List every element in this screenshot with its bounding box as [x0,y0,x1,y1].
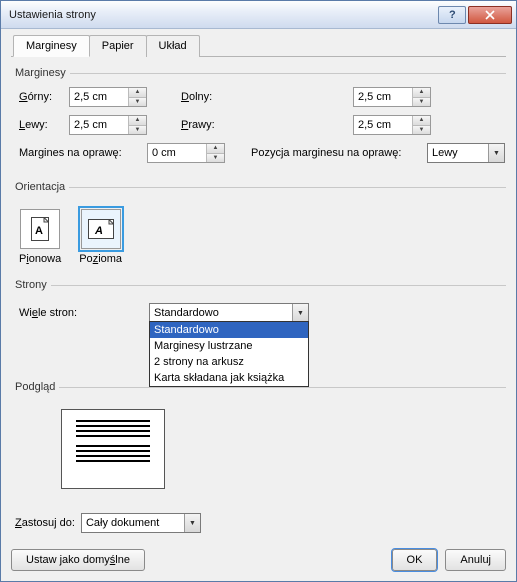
spin-up-icon[interactable]: ▲ [413,116,430,126]
page-preview [61,409,165,489]
tab-paper[interactable]: Papier [89,35,147,57]
spin-up-icon[interactable]: ▲ [207,144,224,154]
orientation-group: Orientacja A Pionowa A Pozioma [11,181,506,269]
margin-left-input[interactable] [70,116,128,134]
margin-bottom-spinner[interactable]: ▲▼ [353,87,431,107]
chevron-down-icon[interactable]: ▼ [488,144,504,162]
preview-legend: Podgląd [11,381,59,393]
portrait-page-icon: A [31,217,49,241]
pages-group: Strony Wiele stron: Standardowo ▼ Standa… [11,279,506,331]
svg-text:A: A [94,225,103,237]
orientation-legend: Orientacja [11,181,69,193]
margins-group: Marginesy Górny: ▲▼ Dolny: ▲▼ [11,67,506,171]
spin-up-icon[interactable]: ▲ [129,116,146,126]
spin-down-icon[interactable]: ▼ [129,126,146,135]
set-default-button[interactable]: Ustaw jako domyślne [11,549,145,571]
apply-to-label: Zastosuj do: [15,517,75,529]
spin-down-icon[interactable]: ▼ [129,98,146,107]
title-bar: Ustawienia strony ? [1,1,516,29]
orientation-landscape-label: Pozioma [79,253,122,265]
gutter-label: Margines na oprawę: [19,147,147,159]
dropdown-option[interactable]: 2 strony na arkusz [150,354,308,370]
chevron-down-icon[interactable]: ▼ [292,304,308,322]
dialog-title: Ustawienia strony [9,9,436,21]
gutter-position-value: Lewy [428,147,488,159]
margin-top-label: Górny: [19,91,69,103]
dropdown-option[interactable]: Karta składana jak książka [150,370,308,386]
spin-down-icon[interactable]: ▼ [413,98,430,107]
margins-legend: Marginesy [11,67,70,79]
dropdown-option[interactable]: Marginesy lustrzane [150,338,308,354]
help-icon: ? [447,10,457,20]
margin-left-spinner[interactable]: ▲▼ [69,115,147,135]
margin-bottom-input[interactable] [354,88,412,106]
page-setup-dialog: Ustawienia strony ? Marginesy Papier Ukł… [0,0,517,582]
gutter-position-label: Pozycja marginesu na oprawę: [251,147,427,159]
multiple-pages-combo[interactable]: Standardowo ▼ [149,303,309,323]
spin-down-icon[interactable]: ▼ [413,126,430,135]
pages-legend: Strony [11,279,51,291]
landscape-page-icon: A [88,219,114,239]
cancel-button[interactable]: Anuluj [445,549,506,571]
help-button[interactable]: ? [438,6,466,24]
multiple-pages-label: Wiele stron: [19,307,149,319]
close-icon [485,10,495,20]
margin-left-label: Lewy: [19,119,69,131]
margin-right-label: Prawy: [181,119,353,131]
margin-top-spinner[interactable]: ▲▼ [69,87,147,107]
preview-group: Podgląd [11,381,506,509]
margin-right-spinner[interactable]: ▲▼ [353,115,431,135]
svg-text:A: A [35,225,43,237]
tab-layout[interactable]: Układ [146,35,200,57]
apply-to-combo[interactable]: Cały dokument ▼ [81,513,201,533]
apply-to-value: Cały dokument [82,517,184,529]
orientation-portrait[interactable]: A [20,209,60,249]
gutter-input[interactable] [148,144,206,162]
spin-down-icon[interactable]: ▼ [207,154,224,163]
spin-up-icon[interactable]: ▲ [413,88,430,98]
tab-strip: Marginesy Papier Układ [11,35,506,57]
chevron-down-icon[interactable]: ▼ [184,514,200,532]
gutter-position-combo[interactable]: Lewy ▼ [427,143,505,163]
ok-button[interactable]: OK [392,549,438,571]
orientation-portrait-label: Pionowa [19,253,61,265]
margin-top-input[interactable] [70,88,128,106]
close-button[interactable] [468,6,512,24]
multiple-pages-dropdown[interactable]: Standardowo Marginesy lustrzane 2 strony… [149,321,309,387]
dropdown-option[interactable]: Standardowo [150,322,308,338]
margin-bottom-label: Dolny: [181,91,353,103]
orientation-landscape[interactable]: A [81,209,121,249]
tab-margins[interactable]: Marginesy [13,35,90,57]
spin-up-icon[interactable]: ▲ [129,88,146,98]
svg-text:?: ? [449,10,456,20]
multiple-pages-value: Standardowo [150,307,292,319]
margin-right-input[interactable] [354,116,412,134]
gutter-spinner[interactable]: ▲▼ [147,143,225,163]
